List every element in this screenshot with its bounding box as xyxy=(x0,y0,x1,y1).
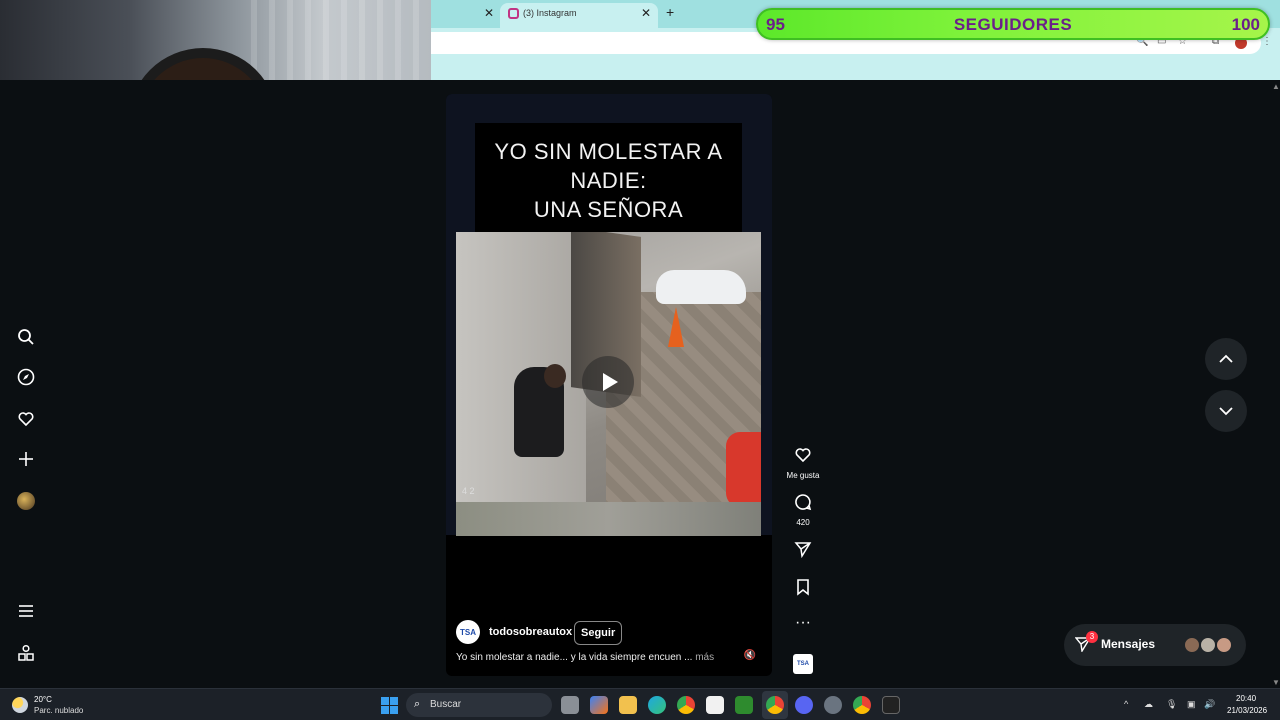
volume-icon[interactable]: 🔊 xyxy=(1204,699,1215,710)
audio-thumbnail[interactable]: TSA xyxy=(783,654,823,674)
account-name[interactable]: todosobreautox xyxy=(489,626,572,638)
chrome-profile-icon[interactable] xyxy=(853,696,871,714)
video-traffic-cone xyxy=(668,307,684,347)
save-button[interactable] xyxy=(783,578,823,601)
tray-overflow-chevron-icon[interactable]: ^ xyxy=(1124,699,1128,709)
messages-button[interactable]: 3 Mensajes xyxy=(1064,624,1246,666)
tab-close-icon[interactable]: ✕ xyxy=(484,6,494,20)
store-icon[interactable] xyxy=(706,696,724,714)
speaker-muted-icon[interactable]: 🔇 xyxy=(742,650,758,666)
play-button[interactable] xyxy=(582,356,634,408)
clock-time[interactable]: 20:40 xyxy=(1236,694,1256,703)
settings-gear-icon[interactable] xyxy=(824,696,842,714)
bookmark-icon xyxy=(783,578,823,601)
next-reel-button[interactable] xyxy=(1205,390,1247,432)
comments-count: 420 xyxy=(796,518,810,527)
taskbar-search-placeholder: Buscar xyxy=(430,699,462,710)
send-paper-plane-icon xyxy=(783,540,823,563)
share-button[interactable] xyxy=(783,540,823,563)
create-plus-icon[interactable] xyxy=(16,449,36,469)
messages-label: Mensajes xyxy=(1101,637,1156,651)
search-icon[interactable] xyxy=(16,327,36,347)
reel-video-frame[interactable]: 4 2 xyxy=(456,232,761,536)
search-icon: ⌕ xyxy=(414,698,421,710)
notifications-heart-icon[interactable] xyxy=(16,409,36,429)
taskbar-search[interactable]: ⌕ Buscar xyxy=(406,693,552,717)
reel-overlay-text: YO SIN MOLESTAR A NADIE: UNA SEÑORA xyxy=(494,139,723,222)
more-link[interactable]: más xyxy=(695,652,714,663)
minecraft-icon[interactable] xyxy=(735,696,753,714)
epic-games-icon[interactable] xyxy=(882,696,900,714)
clock-date[interactable]: 21/03/2026 xyxy=(1227,706,1267,715)
video-white-car xyxy=(656,270,746,304)
file-explorer-icon[interactable] xyxy=(619,696,637,714)
audio-thumbnail-image: TSA xyxy=(793,654,813,674)
account-avatar[interactable]: TSA xyxy=(456,620,480,644)
reel-player[interactable]: YO SIN MOLESTAR A NADIE: UNA SEÑORA 4 2 … xyxy=(446,94,772,676)
messages-badge: 3 xyxy=(1086,631,1098,643)
like-label: Me gusta xyxy=(786,471,820,480)
reel-description-text: Yo sin molestar a nadie... y la vida sie… xyxy=(456,652,693,663)
comment-icon xyxy=(783,493,823,516)
reel-text-overlay: YO SIN MOLESTAR A NADIE: UNA SEÑORA xyxy=(475,123,742,233)
reel-description: Yo sin molestar a nadie... y la vida sie… xyxy=(456,652,714,663)
chevron-up-icon xyxy=(1219,354,1233,363)
followers-goal: 100 xyxy=(1231,15,1260,34)
video-timestamp: 4 2 xyxy=(462,486,475,496)
chrome-icon[interactable] xyxy=(677,696,695,714)
weather-partly-cloudy-icon[interactable] xyxy=(12,697,28,713)
followers-label: SEGUIDORES xyxy=(953,15,1073,34)
windows-start-icon[interactable] xyxy=(381,697,398,714)
like-button[interactable]: Me gusta xyxy=(783,446,823,480)
video-blurred-strip xyxy=(456,502,761,536)
tab-title: (3) Instagram xyxy=(523,8,577,18)
also-from-meta-icon[interactable] xyxy=(16,643,36,663)
explore-compass-icon[interactable] xyxy=(16,367,36,387)
copilot-icon[interactable] xyxy=(590,696,608,714)
profile-avatar[interactable] xyxy=(16,491,36,511)
task-view-icon[interactable] xyxy=(561,696,579,714)
more-menu-icon[interactable] xyxy=(16,601,36,621)
weather-description[interactable]: Parc. nublado xyxy=(34,706,83,715)
more-options-button[interactable]: ··· xyxy=(783,614,823,632)
ellipsis-icon: ··· xyxy=(795,614,811,631)
chrome-active-icon[interactable] xyxy=(766,696,784,714)
comment-button[interactable]: 420 xyxy=(783,493,823,527)
video-man-head xyxy=(544,364,566,388)
network-icon[interactable]: ▣ xyxy=(1187,699,1196,710)
reel-footer: TSA todosobreautox Seguir Yo sin molesta… xyxy=(446,614,772,676)
tab-close-icon[interactable]: ✕ xyxy=(641,6,651,20)
chevron-down-icon xyxy=(1219,407,1233,416)
windows-taskbar: 20°C Parc. nublado ⌕ Buscar ^ ☁ 🎙 ▣ 🔊 20… xyxy=(0,688,1280,720)
edge-browser-icon[interactable] xyxy=(648,696,666,714)
play-icon xyxy=(602,373,618,391)
browser-menu-icon[interactable]: ⋮ xyxy=(1262,36,1272,47)
discord-icon[interactable] xyxy=(795,696,813,714)
video-red-car xyxy=(726,432,761,507)
scroll-up-arrow-icon[interactable]: ▲ xyxy=(1272,82,1280,91)
scroll-down-arrow-icon[interactable]: ▼ xyxy=(1272,678,1280,687)
left-navigation xyxy=(0,309,52,689)
followers-goal-bar: 95 SEGUIDORES 100 xyxy=(756,8,1270,40)
microphone-icon[interactable]: 🎙 xyxy=(1166,699,1177,710)
instagram-favicon-icon xyxy=(508,8,519,19)
new-tab-button[interactable]: + xyxy=(666,4,674,20)
onedrive-cloud-icon[interactable]: ☁ xyxy=(1144,699,1153,710)
previous-reel-button[interactable] xyxy=(1205,338,1247,380)
heart-icon xyxy=(783,446,823,469)
follow-button[interactable]: Seguir xyxy=(574,621,623,645)
weather-temperature[interactable]: 20°C xyxy=(34,695,52,704)
conversation-avatar xyxy=(1215,636,1233,654)
